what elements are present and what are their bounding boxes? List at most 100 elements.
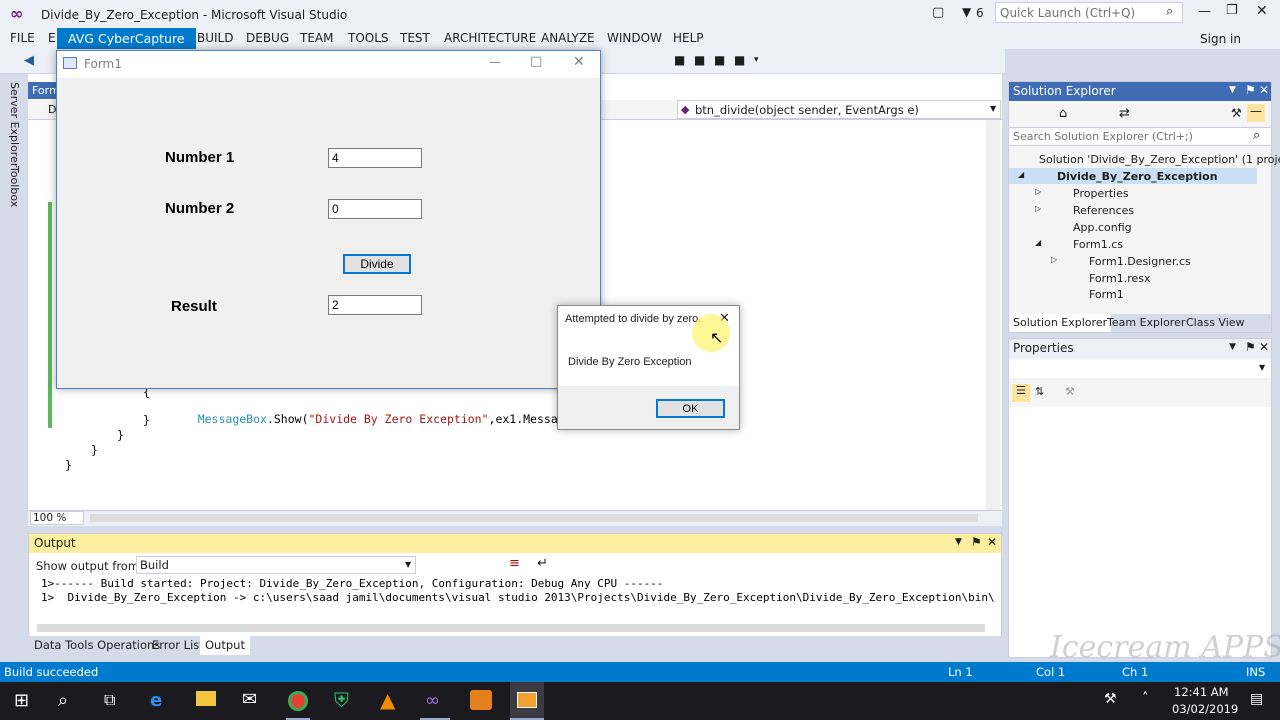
- horizontal-scrollbar[interactable]: [90, 514, 978, 522]
- output-source-select[interactable]: Build ▼: [136, 556, 416, 574]
- search-icon[interactable]: ⌕: [58, 690, 68, 711]
- wrench-icon[interactable]: ⚒: [1231, 106, 1242, 120]
- project-node[interactable]: Divide_By_Zero_Exception: [1057, 170, 1218, 183]
- home-icon[interactable]: ⌂: [1059, 106, 1067, 121]
- menu-avg-cybercapture[interactable]: AVG CyberCapture: [57, 28, 196, 49]
- divide-button[interactable]: Divide: [343, 254, 411, 274]
- bookmark-next-icon[interactable]: ■: [714, 53, 725, 67]
- menu-window[interactable]: WINDOW: [607, 31, 662, 45]
- minimize-button[interactable]: —: [1198, 4, 1211, 19]
- quick-launch-input[interactable]: Quick Launch (Ctrl+Q) ⌕: [995, 2, 1183, 23]
- clock-time[interactable]: 12:41 AM: [1174, 685, 1229, 699]
- mail-icon[interactable]: ✉: [242, 689, 257, 710]
- toolbar-overflow-icon[interactable]: ▾: [754, 55, 759, 65]
- visual-studio-taskbar-icon[interactable]: ∞: [420, 682, 450, 720]
- sync-icon[interactable]: ⇄: [1119, 106, 1130, 121]
- menu-help[interactable]: HELP: [673, 31, 704, 45]
- feedback-icon[interactable]: ▢: [932, 5, 944, 20]
- pane-close-icon[interactable]: ✕: [1259, 340, 1269, 354]
- zoom-dropdown[interactable]: 100 %: [30, 511, 84, 525]
- form1-minimize-button[interactable]: —: [489, 55, 501, 69]
- avast-shield-icon[interactable]: ⛨: [334, 688, 349, 712]
- menu-team[interactable]: TEAM: [300, 31, 333, 45]
- bookmark-icon[interactable]: ■: [674, 53, 685, 67]
- maximize-button[interactable]: ❐: [1226, 3, 1238, 18]
- server-explorer-tab[interactable]: Server Explorer: [8, 82, 21, 167]
- property-pages-icon[interactable]: ⚒: [1065, 385, 1075, 398]
- solution-search-input[interactable]: Search Solution Explorer (Ctrl+;) ⌕: [1009, 127, 1271, 146]
- chevron-up-icon[interactable]: ˄: [1142, 691, 1149, 706]
- tab-class-view[interactable]: Class View: [1186, 316, 1245, 329]
- toolbox-tab[interactable]: Toolbox: [8, 166, 21, 207]
- pin-icon[interactable]: ⚑: [1245, 340, 1256, 354]
- member-dropdown[interactable]: ◆ btn_divide(object sender, EventArgs e)…: [677, 100, 1001, 119]
- tab-solution-explorer[interactable]: Solution Explorer: [1009, 314, 1112, 332]
- output-pin-icon[interactable]: ⚑: [971, 535, 982, 549]
- active-tool-icon[interactable]: —: [1247, 104, 1265, 122]
- vlc-icon[interactable]: ▲: [380, 688, 395, 712]
- tab-error-list[interactable]: Error List: [152, 638, 204, 652]
- back-icon[interactable]: ◀: [24, 53, 34, 68]
- output-horizontal-scrollbar[interactable]: [37, 624, 985, 632]
- menu-test[interactable]: TEST: [400, 31, 430, 45]
- references-node[interactable]: References: [1073, 204, 1134, 217]
- form1-resx-node[interactable]: Form1.resx: [1089, 272, 1151, 285]
- number2-input[interactable]: 0: [328, 199, 422, 219]
- pane-close-icon[interactable]: ✕: [1259, 83, 1269, 97]
- menu-architecture[interactable]: ARCHITECTURE: [444, 31, 536, 45]
- tab-output[interactable]: Output: [200, 636, 250, 655]
- menu-debug[interactable]: DEBUG: [246, 31, 289, 45]
- expanded-arrow-icon[interactable]: ◢: [1018, 170, 1024, 179]
- pin-icon[interactable]: ⚑: [1245, 83, 1256, 97]
- menu-analyze[interactable]: ANALYZE: [541, 31, 595, 45]
- form1-class-node[interactable]: Form1: [1089, 288, 1124, 301]
- pane-menu-chevron-icon[interactable]: ▼: [1229, 342, 1236, 352]
- editor-vertical-scrollbar[interactable]: [986, 120, 1000, 510]
- solution-node[interactable]: Solution 'Divide_By_Zero_Exception' (1 p…: [1039, 153, 1280, 166]
- properties-node[interactable]: Properties: [1073, 187, 1129, 200]
- form1-maximize-button[interactable]: □: [530, 54, 542, 69]
- ok-button[interactable]: OK: [656, 399, 725, 418]
- notifications-icon[interactable]: ▤: [1250, 691, 1263, 707]
- collapsed-arrow-icon[interactable]: ▷: [1035, 187, 1041, 196]
- tab-team-explorer[interactable]: Team Explorer: [1107, 316, 1185, 329]
- people-icon[interactable]: ⚒: [1104, 691, 1117, 707]
- app-config-node[interactable]: App.config: [1073, 221, 1132, 234]
- clear-all-icon[interactable]: ≡: [509, 556, 520, 571]
- collapsed-arrow-icon[interactable]: ▷: [1035, 204, 1041, 213]
- tab-data-tools-operations[interactable]: Data Tools Operations: [34, 638, 160, 652]
- menu-build[interactable]: BUILD: [197, 31, 233, 45]
- chrome-icon[interactable]: [286, 682, 310, 720]
- expanded-arrow-icon[interactable]: ◢: [1035, 238, 1041, 247]
- sign-in-link[interactable]: Sign in: [1200, 32, 1241, 46]
- categorized-icon[interactable]: ☰: [1012, 384, 1030, 402]
- bookmark-clear-icon[interactable]: ■: [734, 53, 745, 67]
- form1-close-button[interactable]: ✕: [573, 54, 585, 70]
- menu-file[interactable]: FILE: [10, 31, 35, 45]
- menu-tools[interactable]: TOOLS: [348, 31, 389, 45]
- recorder-icon[interactable]: [470, 690, 492, 710]
- close-button[interactable]: ✕: [1256, 3, 1268, 19]
- result-label: Result: [171, 298, 217, 315]
- start-icon[interactable]: ⊞: [14, 690, 29, 711]
- output-close-icon[interactable]: ✕: [987, 535, 997, 549]
- pane-menu-chevron-icon[interactable]: ▼: [1229, 85, 1236, 95]
- menu-edit[interactable]: E: [48, 31, 56, 45]
- edge-icon[interactable]: e: [150, 690, 162, 711]
- form1-designer-node[interactable]: Form1.Designer.cs: [1089, 255, 1191, 268]
- running-app-icon[interactable]: [510, 682, 544, 720]
- file-explorer-icon[interactable]: [196, 691, 216, 706]
- task-view-icon[interactable]: ⧉: [104, 690, 115, 710]
- alphabetical-icon[interactable]: ⇅: [1035, 385, 1044, 398]
- collapsed-arrow-icon[interactable]: ▷: [1051, 255, 1057, 264]
- notification-flag-icon[interactable]: ▼: [962, 5, 971, 19]
- bookmark-prev-icon[interactable]: ■: [694, 53, 705, 67]
- number1-input[interactable]: 4: [328, 148, 422, 168]
- properties-object-select[interactable]: ▼: [1009, 360, 1271, 378]
- output-menu-chevron-icon[interactable]: ▼: [955, 537, 962, 547]
- form1-cs-node[interactable]: Form1.cs: [1073, 238, 1123, 251]
- clock-date[interactable]: 03/02/2019: [1172, 702, 1238, 716]
- message-box: Attempted to divide by zero. ✕ ↖ Divide …: [557, 305, 740, 430]
- result-output[interactable]: 2: [328, 295, 422, 315]
- word-wrap-icon[interactable]: ↵: [537, 556, 548, 571]
